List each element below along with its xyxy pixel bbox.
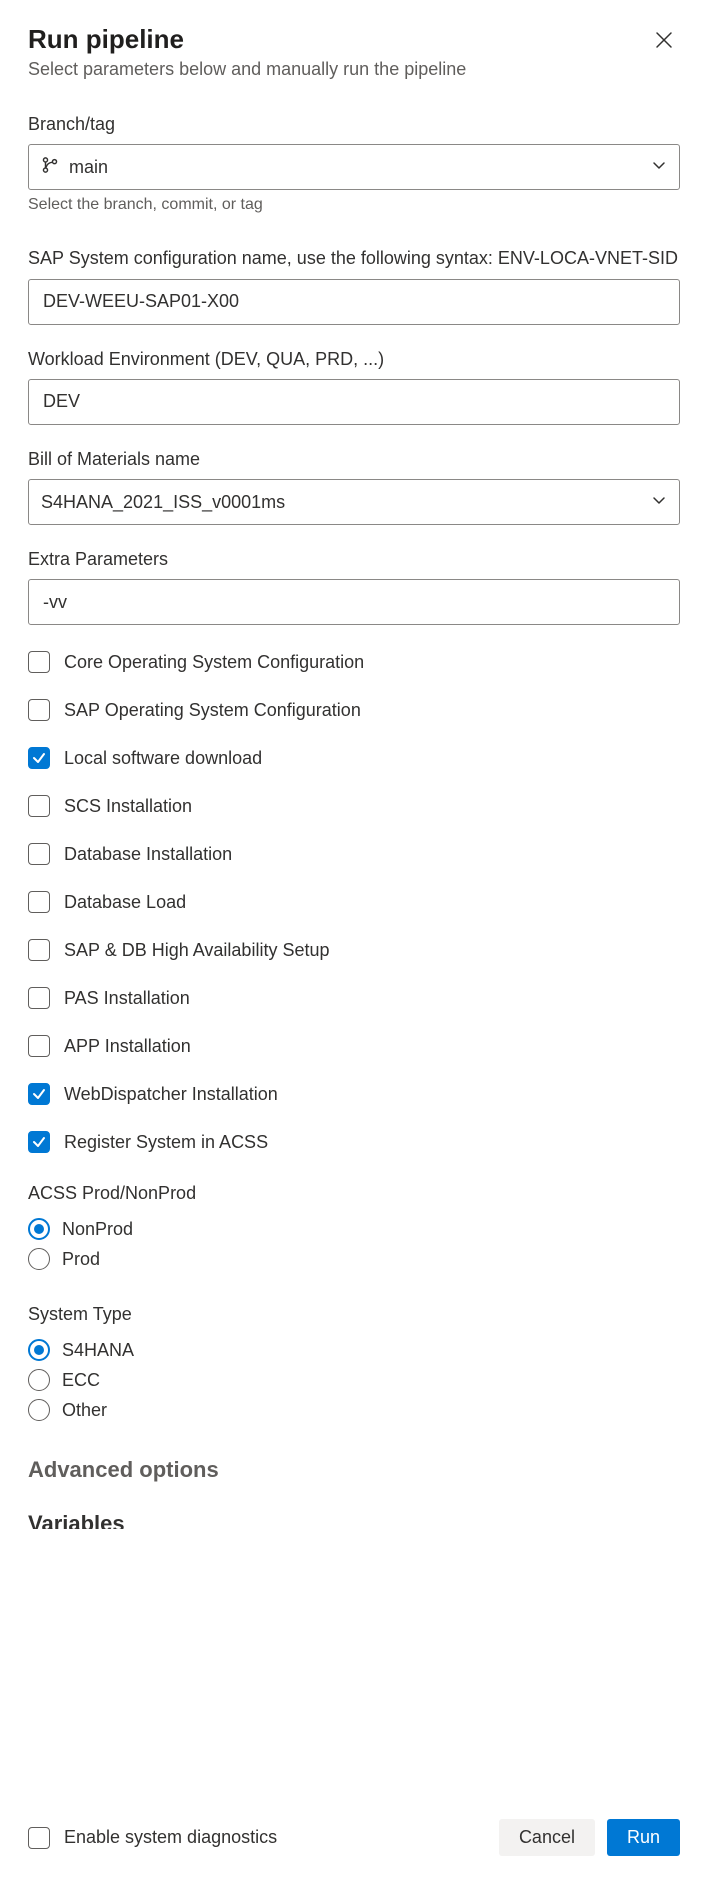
checkbox-box-local_dl[interactable] [28, 747, 50, 769]
radio-acss-env-nonprod[interactable]: NonProd [28, 1214, 680, 1244]
bom-select[interactable]: S4HANA_2021_ISS_v0001ms [28, 479, 680, 525]
diagnostics-checkbox[interactable] [28, 1827, 50, 1849]
checkbox-label-acss_reg: Register System in ACSS [64, 1132, 268, 1153]
radio-system-type-ecc[interactable]: ECC [28, 1365, 680, 1395]
radio-label-system-type-s4hana: S4HANA [62, 1340, 134, 1361]
checkbox-label-pas: PAS Installation [64, 988, 190, 1009]
system-type-group: System Type S4HANA ECC Other [28, 1304, 680, 1425]
workload-env-input[interactable] [41, 390, 667, 413]
checkbox-webdisp[interactable]: WebDispatcher Installation [28, 1083, 680, 1105]
extra-params-input-wrapper [28, 579, 680, 625]
branch-select[interactable]: main [28, 144, 680, 190]
sap-config-label: SAP System configuration name, use the f… [28, 246, 680, 270]
checkbox-box-sap_os[interactable] [28, 699, 50, 721]
checkbox-scs[interactable]: SCS Installation [28, 795, 680, 817]
branch-label: Branch/tag [28, 112, 680, 136]
branch-icon [41, 156, 59, 179]
radio-circle-system-type-ecc[interactable] [28, 1369, 50, 1391]
checkbox-acss_reg[interactable]: Register System in ACSS [28, 1131, 680, 1153]
checkbox-box-pas[interactable] [28, 987, 50, 1009]
radio-circle-system-type-s4hana[interactable] [28, 1339, 50, 1361]
workload-env-label: Workload Environment (DEV, QUA, PRD, ...… [28, 347, 680, 371]
extra-params-label: Extra Parameters [28, 547, 680, 571]
radio-circle-acss-env-prod[interactable] [28, 1248, 50, 1270]
sap-config-input-wrapper [28, 279, 680, 325]
checkbox-app[interactable]: APP Installation [28, 1035, 680, 1057]
bom-label: Bill of Materials name [28, 447, 680, 471]
checkbox-db_load[interactable]: Database Load [28, 891, 680, 913]
checkbox-box-app[interactable] [28, 1035, 50, 1057]
acss-env-group: ACSS Prod/NonProd NonProd Prod [28, 1183, 680, 1274]
checkbox-label-core_os: Core Operating System Configuration [64, 652, 364, 673]
acss-env-title: ACSS Prod/NonProd [28, 1183, 680, 1204]
checkbox-core_os[interactable]: Core Operating System Configuration [28, 651, 680, 673]
checkbox-ha[interactable]: SAP & DB High Availability Setup [28, 939, 680, 961]
extra-params-input[interactable] [41, 591, 667, 614]
radio-system-type-other[interactable]: Other [28, 1395, 680, 1425]
chevron-down-icon [651, 157, 667, 178]
radio-label-system-type-other: Other [62, 1400, 107, 1421]
checkbox-pas[interactable]: PAS Installation [28, 987, 680, 1009]
footer-bar: Enable system diagnostics Cancel Run [0, 1801, 708, 1878]
page-title: Run pipeline [28, 24, 466, 55]
checkbox-db_install[interactable]: Database Installation [28, 843, 680, 865]
checkbox-box-core_os[interactable] [28, 651, 50, 673]
parameter-checkboxes: Core Operating System Configuration SAP O… [28, 651, 680, 1153]
chevron-down-icon [651, 492, 667, 513]
checkbox-box-webdisp[interactable] [28, 1083, 50, 1105]
run-button[interactable]: Run [607, 1819, 680, 1856]
checkbox-label-db_install: Database Installation [64, 844, 232, 865]
close-button[interactable] [648, 24, 680, 56]
branch-value: main [69, 157, 108, 178]
checkbox-sap_os[interactable]: SAP Operating System Configuration [28, 699, 680, 721]
radio-system-type-s4hana[interactable]: S4HANA [28, 1335, 680, 1365]
checkbox-box-db_load[interactable] [28, 891, 50, 913]
bom-value: S4HANA_2021_ISS_v0001ms [41, 492, 285, 513]
radio-label-acss-env-nonprod: NonProd [62, 1219, 133, 1240]
page-subtitle: Select parameters below and manually run… [28, 59, 466, 80]
diagnostics-label: Enable system diagnostics [64, 1827, 277, 1848]
variables-heading[interactable]: Variables [28, 1511, 680, 1529]
cancel-button[interactable]: Cancel [499, 1819, 595, 1856]
checkbox-box-ha[interactable] [28, 939, 50, 961]
radio-label-system-type-ecc: ECC [62, 1370, 100, 1391]
advanced-options-heading[interactable]: Advanced options [28, 1457, 680, 1483]
close-icon [654, 38, 674, 53]
checkbox-box-db_install[interactable] [28, 843, 50, 865]
diagnostics-checkbox-row[interactable]: Enable system diagnostics [28, 1827, 277, 1849]
parameters-scroll[interactable]: Run pipeline Select parameters below and… [0, 0, 708, 1801]
branch-helper: Select the branch, commit, or tag [28, 196, 680, 214]
radio-acss-env-prod[interactable]: Prod [28, 1244, 680, 1274]
checkbox-local_dl[interactable]: Local software download [28, 747, 680, 769]
radio-label-acss-env-prod: Prod [62, 1249, 100, 1270]
checkbox-box-acss_reg[interactable] [28, 1131, 50, 1153]
radio-circle-acss-env-nonprod[interactable] [28, 1218, 50, 1240]
workload-env-input-wrapper [28, 379, 680, 425]
checkbox-label-scs: SCS Installation [64, 796, 192, 817]
checkbox-label-local_dl: Local software download [64, 748, 262, 769]
checkbox-label-app: APP Installation [64, 1036, 191, 1057]
system-type-title: System Type [28, 1304, 680, 1325]
sap-config-input[interactable] [41, 290, 667, 313]
checkbox-label-sap_os: SAP Operating System Configuration [64, 700, 361, 721]
radio-circle-system-type-other[interactable] [28, 1399, 50, 1421]
checkbox-label-webdisp: WebDispatcher Installation [64, 1084, 278, 1105]
checkbox-box-scs[interactable] [28, 795, 50, 817]
checkbox-label-db_load: Database Load [64, 892, 186, 913]
checkbox-label-ha: SAP & DB High Availability Setup [64, 940, 329, 961]
